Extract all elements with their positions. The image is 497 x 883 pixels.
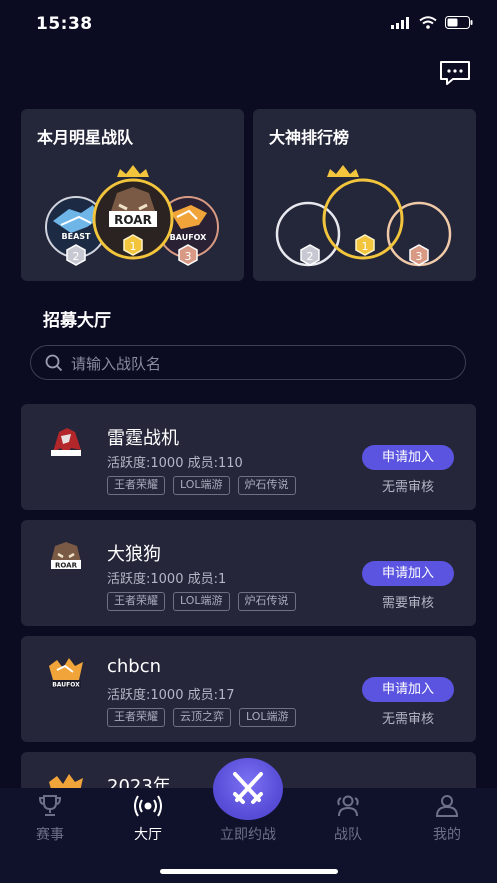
tab-label: 我的 bbox=[433, 827, 461, 843]
status-icons bbox=[391, 16, 473, 29]
crossed-swords-icon bbox=[233, 772, 263, 804]
audit-status: 无需审核 bbox=[381, 480, 434, 495]
battery-icon bbox=[445, 16, 473, 29]
user-icon bbox=[435, 795, 459, 817]
game-tag: 王者荣耀 bbox=[107, 708, 165, 727]
svg-text:2: 2 bbox=[307, 250, 314, 263]
team-logo: ROAR bbox=[51, 542, 81, 570]
hall-title: 招募大厅 bbox=[43, 311, 111, 331]
tab-events[interactable]: 赛事 bbox=[10, 794, 90, 844]
team-tags: 王者荣耀 云顶之弈 LOL端游 bbox=[107, 708, 296, 727]
baufox-logo-text: BAUFOX bbox=[170, 233, 208, 242]
game-tag: 云顶之弈 bbox=[173, 708, 231, 727]
team-card[interactable]: ROAR 大狼狗 活跃度:1000 成员:1 王者荣耀 LOL端游 炉石传说 申… bbox=[21, 520, 476, 626]
broadcast-icon bbox=[134, 795, 162, 817]
search-input[interactable]: 请输入战队名 bbox=[30, 345, 466, 380]
audit-status: 无需审核 bbox=[381, 712, 434, 727]
team-tags: 王者荣耀 LOL端游 炉石传说 bbox=[107, 592, 296, 611]
team-tags: 王者荣耀 LOL端游 炉石传说 bbox=[107, 476, 296, 495]
join-button[interactable]: 申请加入 bbox=[362, 445, 454, 470]
status-bar: 15:38 bbox=[0, 0, 497, 50]
join-button[interactable]: 申请加入 bbox=[362, 677, 454, 702]
tab-hall[interactable]: 大厅 bbox=[108, 794, 188, 844]
team-logo bbox=[51, 428, 81, 456]
tab-label: 赛事 bbox=[36, 827, 64, 843]
tab-label: 战队 bbox=[334, 827, 362, 843]
beast-logo-text: BEAST bbox=[62, 232, 92, 241]
leaderboard-card[interactable]: 大神排行榜 2 3 1 bbox=[253, 109, 476, 281]
tab-label: 立即约战 bbox=[220, 827, 276, 843]
game-tag: LOL端游 bbox=[173, 592, 230, 611]
tab-mine[interactable]: 我的 bbox=[407, 794, 487, 844]
search-icon bbox=[45, 354, 63, 372]
audit-status: 需要审核 bbox=[381, 596, 434, 611]
tab-label: 大厅 bbox=[134, 827, 162, 843]
svg-text:1: 1 bbox=[130, 240, 137, 253]
chat-bubble-icon bbox=[440, 61, 470, 85]
signal-icon bbox=[391, 16, 409, 29]
roar-logo-text: ROAR bbox=[114, 213, 152, 227]
star-team-podium: BEAST BAUFOX ROAR 2 3 1 bbox=[45, 165, 219, 266]
wifi-icon bbox=[419, 16, 437, 29]
svg-text:3: 3 bbox=[416, 250, 423, 263]
svg-text:BAUFOX: BAUFOX bbox=[52, 682, 80, 689]
battle-fab-button[interactable] bbox=[213, 758, 283, 820]
crown-icon bbox=[327, 165, 359, 177]
tab-battle[interactable]: 立即约战 bbox=[208, 818, 288, 844]
team-stats: 活跃度:1000 成员:110 bbox=[107, 456, 243, 471]
game-tag: 王者荣耀 bbox=[107, 592, 165, 611]
team-card[interactable]: BAUFOX chbcn 活跃度:1000 成员:17 王者荣耀 云顶之弈 LO… bbox=[21, 636, 476, 742]
game-tag: LOL端游 bbox=[239, 708, 296, 727]
team-card[interactable]: 雷霆战机 活跃度:1000 成员:110 王者荣耀 LOL端游 炉石传说 申请加… bbox=[21, 404, 476, 510]
leaderboard-podium: 2 3 1 bbox=[275, 165, 452, 267]
game-tag: 王者荣耀 bbox=[107, 476, 165, 495]
svg-text:3: 3 bbox=[185, 250, 192, 263]
trophy-icon bbox=[38, 795, 62, 816]
game-tag: 炉石传说 bbox=[237, 592, 296, 611]
team-name: chbcn bbox=[107, 656, 162, 677]
svg-text:2: 2 bbox=[73, 250, 80, 263]
team-logo: BAUFOX bbox=[49, 658, 83, 689]
svg-text:ROAR: ROAR bbox=[55, 562, 78, 570]
join-button[interactable]: 申请加入 bbox=[362, 561, 454, 586]
game-tag: LOL端游 bbox=[173, 476, 230, 495]
team-stats: 活跃度:1000 成员:1 bbox=[107, 572, 227, 587]
search-placeholder: 请输入战队名 bbox=[71, 355, 162, 373]
team-name: 雷霆战机 bbox=[107, 428, 179, 449]
svg-text:1: 1 bbox=[362, 240, 369, 253]
team-icon bbox=[337, 795, 359, 817]
star-team-card[interactable]: 本月明星战队 BEAST BAUFOX ROAR 2 3 1 bbox=[21, 109, 244, 281]
tab-team[interactable]: 战队 bbox=[308, 794, 388, 844]
team-stats: 活跃度:1000 成员:17 bbox=[107, 688, 235, 703]
crown-icon bbox=[117, 165, 149, 177]
message-button[interactable] bbox=[439, 60, 471, 86]
status-time: 15:38 bbox=[36, 14, 93, 34]
game-tag: 炉石传说 bbox=[237, 476, 296, 495]
home-indicator bbox=[160, 869, 338, 874]
team-name: 大狼狗 bbox=[107, 544, 161, 565]
